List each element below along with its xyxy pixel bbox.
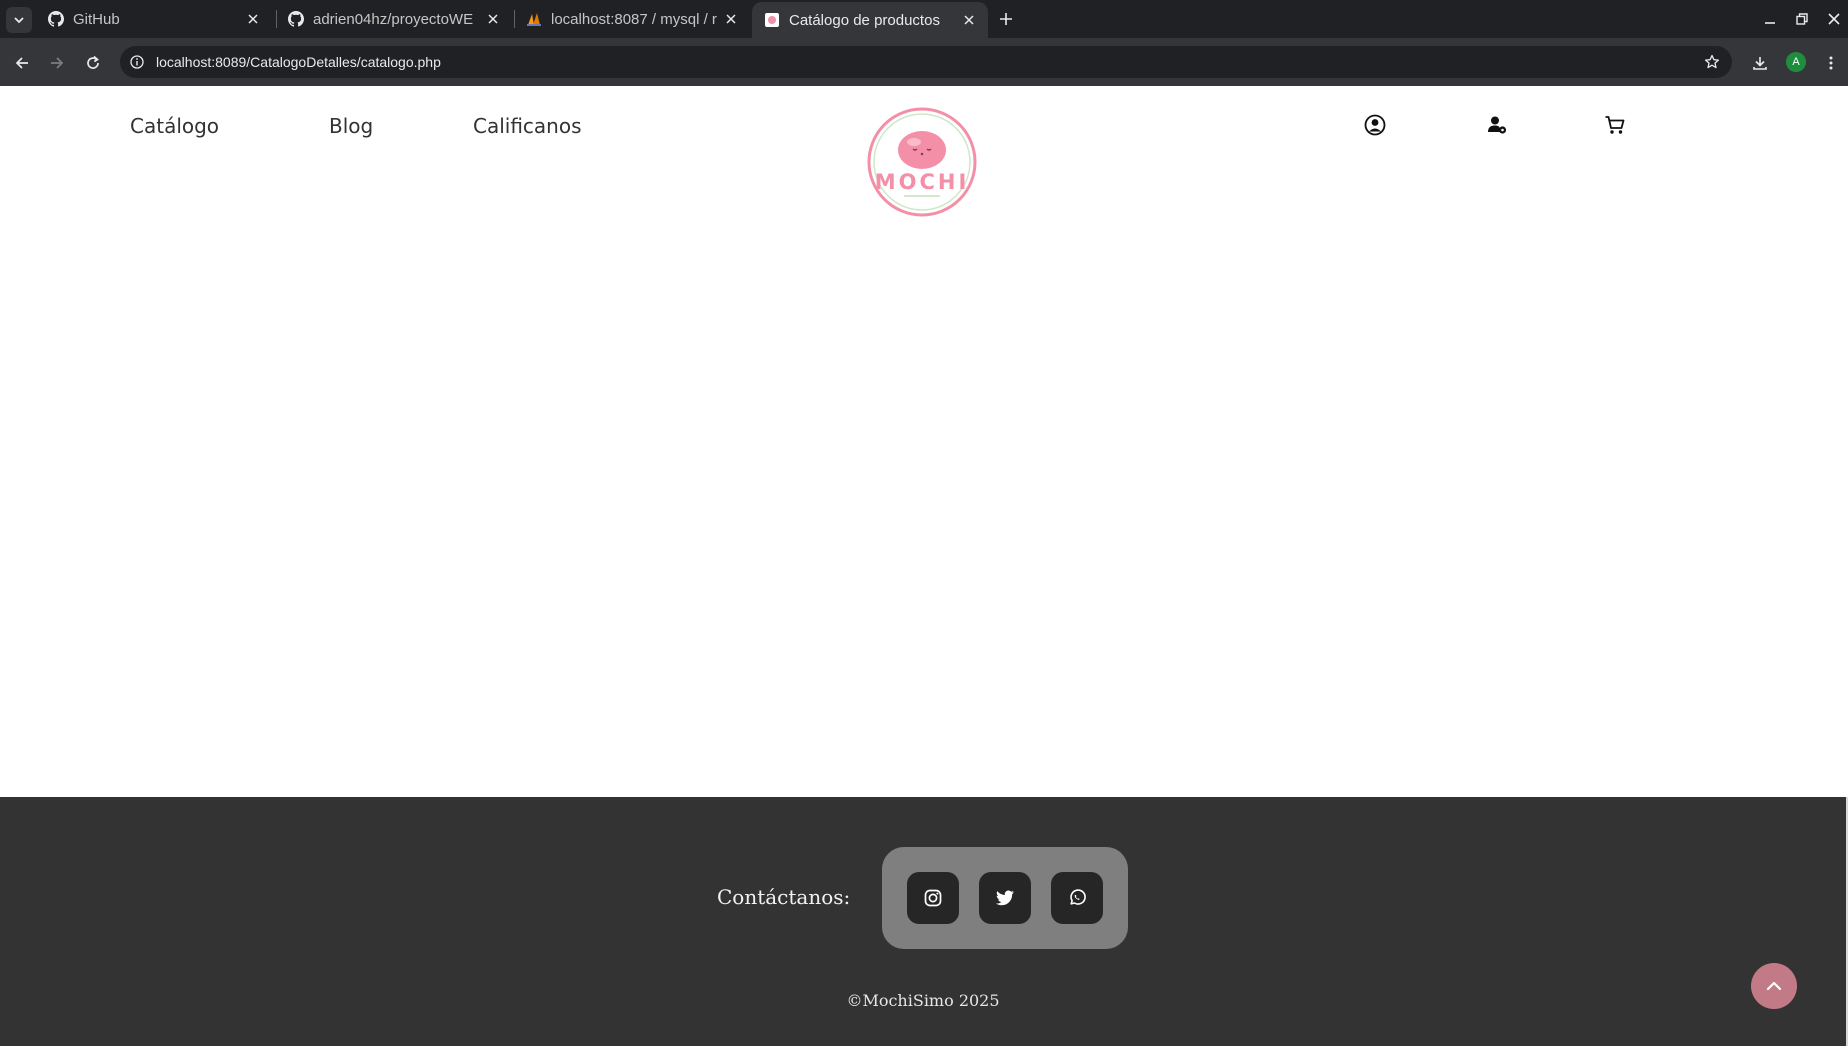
address-bar[interactable]: localhost:8089/CatalogoDetalles/catalogo…: [120, 46, 1732, 78]
browser-menu-button[interactable]: [1818, 50, 1844, 76]
whatsapp-button[interactable]: [1051, 872, 1103, 924]
back-to-top-button[interactable]: [1751, 963, 1797, 1009]
tab-title: Catálogo de productos: [789, 11, 940, 29]
kebab-menu-icon: [1829, 56, 1833, 70]
chevron-down-icon: [14, 17, 24, 24]
back-button[interactable]: [9, 50, 35, 76]
copyright-text: ©MochiSimo 2025: [846, 991, 1000, 1010]
tab-phpmyadmin[interactable]: localhost:8087 / mysql / r: [514, 0, 750, 38]
reload-icon: [87, 55, 99, 69]
site-info-icon[interactable]: [128, 53, 146, 71]
github-icon: [48, 11, 64, 27]
nav-link-calificanos[interactable]: Calificanos: [473, 114, 582, 138]
close-icon: [248, 14, 258, 24]
phpmyadmin-icon: [526, 11, 542, 27]
whatsapp-icon: [1070, 889, 1086, 905]
forward-button[interactable]: [44, 50, 70, 76]
instagram-icon: [924, 889, 942, 907]
logo-text: MOCHI: [875, 170, 970, 194]
arrow-right-icon: [51, 57, 64, 69]
new-tab-button[interactable]: [994, 7, 1018, 31]
tab-catalogo[interactable]: Catálogo de productos: [752, 2, 988, 38]
github-icon: [288, 11, 304, 27]
browser-tab-bar: GitHub adrien04hz/proyectoWE localhost:8…: [0, 0, 1848, 38]
reload-button[interactable]: [80, 50, 106, 76]
tab-close-button[interactable]: [958, 9, 980, 31]
close-icon: [964, 15, 974, 25]
page-viewport: Catálogo Blog Calificanos MOCHI Contácta…: [0, 86, 1848, 1046]
cart-icon[interactable]: [1602, 112, 1628, 138]
close-icon: [488, 14, 498, 24]
user-circle-icon[interactable]: [1362, 112, 1388, 138]
tab-title: adrien04hz/proyectoWE: [313, 10, 474, 28]
download-icon: [1753, 57, 1767, 70]
twitter-icon: [996, 890, 1014, 906]
mochi-logo[interactable]: MOCHI: [866, 106, 978, 218]
url-text[interactable]: localhost:8089/CatalogoDetalles/catalogo…: [156, 54, 441, 70]
tab-close-button[interactable]: [242, 8, 264, 30]
restore-icon: [1796, 13, 1808, 25]
nav-link-blog[interactable]: Blog: [329, 114, 373, 138]
downloads-button[interactable]: [1747, 50, 1773, 76]
contact-label: Contáctanos:: [717, 885, 851, 909]
close-icon: [1828, 13, 1840, 25]
instagram-button[interactable]: [907, 872, 959, 924]
plus-icon: [1000, 13, 1012, 25]
tab-close-button[interactable]: [720, 8, 742, 30]
user-settings-icon[interactable]: [1484, 112, 1510, 138]
profile-avatar[interactable]: A: [1786, 52, 1806, 72]
browser-toolbar: localhost:8089/CatalogoDetalles/catalogo…: [0, 38, 1848, 86]
tab-title: localhost:8087 / mysql / r: [551, 10, 717, 28]
social-links: [882, 847, 1128, 949]
footer: Contáctanos: ©MochiSimo 2025: [0, 797, 1846, 1046]
tab-github-repo[interactable]: adrien04hz/proyectoWE: [276, 0, 512, 38]
chevron-up-icon: [1766, 981, 1782, 991]
arrow-left-icon: [15, 57, 28, 69]
tab-title: GitHub: [73, 10, 120, 28]
restore-button[interactable]: [1790, 8, 1814, 30]
minimize-button[interactable]: [1758, 8, 1782, 30]
tab-close-button[interactable]: [482, 8, 504, 30]
minimize-icon: [1765, 22, 1775, 24]
mochi-favicon: [764, 12, 780, 28]
close-icon: [726, 14, 736, 24]
tab-search-button[interactable]: [6, 7, 32, 33]
nav-link-catalogo[interactable]: Catálogo: [130, 114, 219, 138]
window-close-button[interactable]: [1822, 8, 1846, 30]
tab-github[interactable]: GitHub: [36, 0, 272, 38]
twitter-button[interactable]: [979, 872, 1031, 924]
bookmark-star-icon[interactable]: [1702, 52, 1722, 72]
